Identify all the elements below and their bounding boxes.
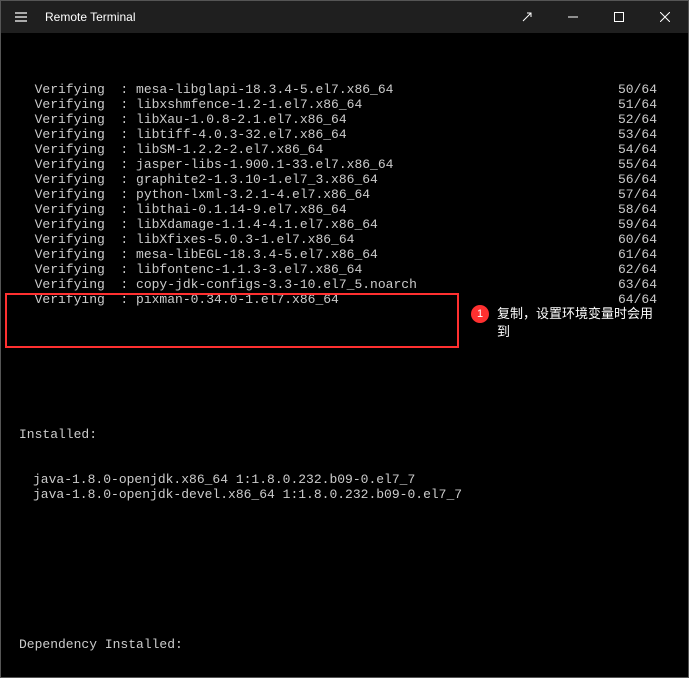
expand-button[interactable] bbox=[504, 1, 550, 33]
verify-line: Verifying : mesa-libglapi-18.3.4-5.el7.x… bbox=[19, 82, 659, 97]
verify-line: Verifying : copy-jdk-configs-3.3-10.el7_… bbox=[19, 277, 659, 292]
verify-line: Verifying : libXau-1.0.8-2.1.el7.x86_645… bbox=[19, 112, 659, 127]
title-bar[interactable]: Remote Terminal bbox=[1, 1, 688, 33]
terminal-window: Remote Terminal Verifying : mesa-libglap… bbox=[0, 0, 689, 678]
verify-line: Verifying : python-lxml-3.2.1-4.el7.x86_… bbox=[19, 187, 659, 202]
annotation-text: 复制，设置环境变量时会用到 bbox=[497, 305, 657, 341]
verify-line: Verifying : libfontenc-1.1.3-3.el7.x86_6… bbox=[19, 262, 659, 277]
verify-line: Verifying : mesa-libEGL-18.3.4-5.el7.x86… bbox=[19, 247, 659, 262]
hamburger-icon bbox=[13, 9, 29, 25]
menu-button[interactable] bbox=[1, 1, 41, 33]
close-icon bbox=[660, 12, 670, 22]
verify-line: Verifying : libxshmfence-1.2-1.el7.x86_6… bbox=[19, 97, 659, 112]
verify-line: Verifying : jasper-libs-1.900.1-33.el7.x… bbox=[19, 157, 659, 172]
minimize-icon bbox=[568, 12, 578, 22]
expand-icon bbox=[522, 12, 532, 22]
window-title: Remote Terminal bbox=[41, 10, 135, 24]
installed-item: java-1.8.0-openjdk.x86_64 1:1.8.0.232.b0… bbox=[19, 472, 659, 487]
maximize-icon bbox=[614, 12, 624, 22]
dependency-installed-header: Dependency Installed: bbox=[19, 637, 659, 652]
verify-line: Verifying : libSM-1.2.2-2.el7.x86_6454/6… bbox=[19, 142, 659, 157]
close-button[interactable] bbox=[642, 1, 688, 33]
annotation-badge: 1 bbox=[471, 305, 489, 323]
maximize-button[interactable] bbox=[596, 1, 642, 33]
installed-item: java-1.8.0-openjdk-devel.x86_64 1:1.8.0.… bbox=[19, 487, 659, 502]
installed-header: Installed: bbox=[19, 427, 659, 442]
verify-line: Verifying : libXfixes-5.0.3-1.el7.x86_64… bbox=[19, 232, 659, 247]
verify-line: Verifying : libthai-0.1.14-9.el7.x86_645… bbox=[19, 202, 659, 217]
blank-line bbox=[19, 547, 659, 562]
verify-line: Verifying : libXdamage-1.1.4-4.1.el7.x86… bbox=[19, 217, 659, 232]
verify-line: Verifying : graphite2-1.3.10-1.el7_3.x86… bbox=[19, 172, 659, 187]
annotation-callout: 1 复制，设置环境变量时会用到 bbox=[471, 305, 657, 341]
minimize-button[interactable] bbox=[550, 1, 596, 33]
terminal-output[interactable]: Verifying : mesa-libglapi-18.3.4-5.el7.x… bbox=[1, 33, 688, 677]
verify-line: Verifying : libtiff-4.0.3-32.el7.x86_645… bbox=[19, 127, 659, 142]
